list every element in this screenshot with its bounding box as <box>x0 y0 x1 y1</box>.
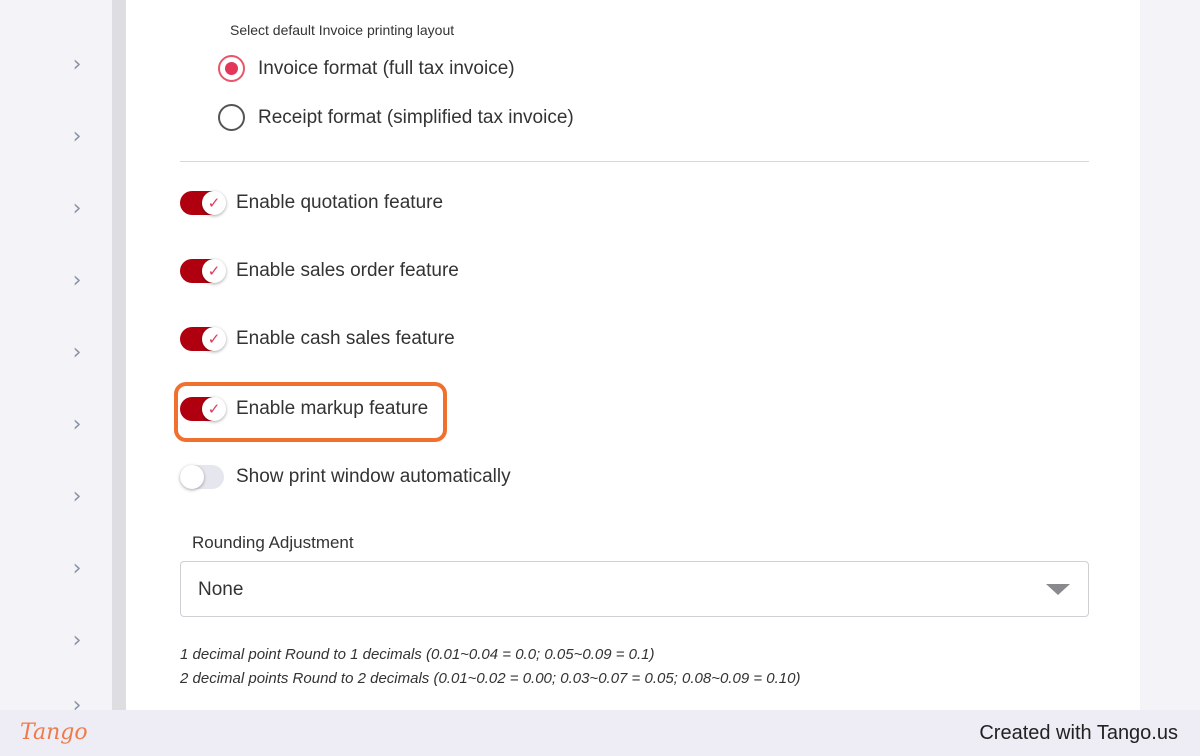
toggle-switch[interactable] <box>180 464 224 490</box>
radio-label: Invoice format (full tax invoice) <box>258 57 515 79</box>
rounding-note: 2 decimal points Round to 2 decimals (0.… <box>180 670 801 687</box>
right-background <box>1140 0 1200 710</box>
toggle-label: Show print window automatically <box>236 466 511 487</box>
check-icon: ✓ <box>202 191 226 215</box>
chevron-right-icon[interactable]: › <box>66 342 88 364</box>
check-icon: ✓ <box>202 327 226 351</box>
radio-receipt-format[interactable]: Receipt format (simplified tax invoice) <box>218 104 574 131</box>
rounding-value: None <box>198 579 244 600</box>
chevron-right-icon[interactable]: › <box>66 558 88 580</box>
toggle-label: Enable quotation feature <box>236 192 444 213</box>
tango-logo: Tango <box>20 720 88 745</box>
toggle-label: Enable sales order feature <box>236 260 459 281</box>
radio-unselected-icon[interactable] <box>218 104 245 131</box>
chevron-right-icon[interactable]: › <box>66 54 88 76</box>
radio-label: Receipt format (simplified tax invoice) <box>258 106 574 128</box>
chevron-right-icon[interactable]: › <box>66 270 88 292</box>
toggle-sales-order[interactable]: ✓ Enable sales order feature <box>180 258 459 284</box>
radio-selected-icon[interactable] <box>218 55 245 82</box>
toggle-quotation[interactable]: ✓ Enable quotation feature <box>180 190 443 216</box>
toggle-switch[interactable]: ✓ <box>180 258 226 284</box>
toggle-cash-sales[interactable]: ✓ Enable cash sales feature <box>180 326 455 352</box>
chevron-right-icon[interactable]: › <box>66 414 88 436</box>
chevron-right-icon[interactable]: › <box>66 126 88 148</box>
toggle-switch[interactable]: ✓ <box>180 326 226 352</box>
rounding-select[interactable]: None <box>180 561 1089 617</box>
chevron-right-icon[interactable]: › <box>66 486 88 508</box>
chevron-right-icon[interactable]: › <box>66 695 88 710</box>
toggle-print-window[interactable]: Show print window automatically <box>180 464 511 490</box>
left-rail: › › › › › › › › › › <box>0 0 112 710</box>
rounding-note: 1 decimal point Round to 1 decimals (0.0… <box>180 646 655 663</box>
toggle-switch[interactable]: ✓ <box>180 190 226 216</box>
chevron-right-icon[interactable]: › <box>66 198 88 220</box>
rounding-label: Rounding Adjustment <box>192 533 354 552</box>
invoice-layout-label: Select default Invoice printing layout <box>230 22 455 38</box>
toggle-label: Enable cash sales feature <box>236 328 455 349</box>
sidebar-divider <box>112 0 126 710</box>
highlight-box <box>174 382 447 442</box>
credit-text: Created with Tango.us <box>979 722 1178 744</box>
caret-down-icon <box>1046 584 1070 595</box>
radio-invoice-format[interactable]: Invoice format (full tax invoice) <box>218 55 515 82</box>
footer: Tango Created with Tango.us <box>0 710 1200 756</box>
chevron-right-icon[interactable]: › <box>66 630 88 652</box>
section-divider <box>180 161 1089 162</box>
check-icon: ✓ <box>202 259 226 283</box>
